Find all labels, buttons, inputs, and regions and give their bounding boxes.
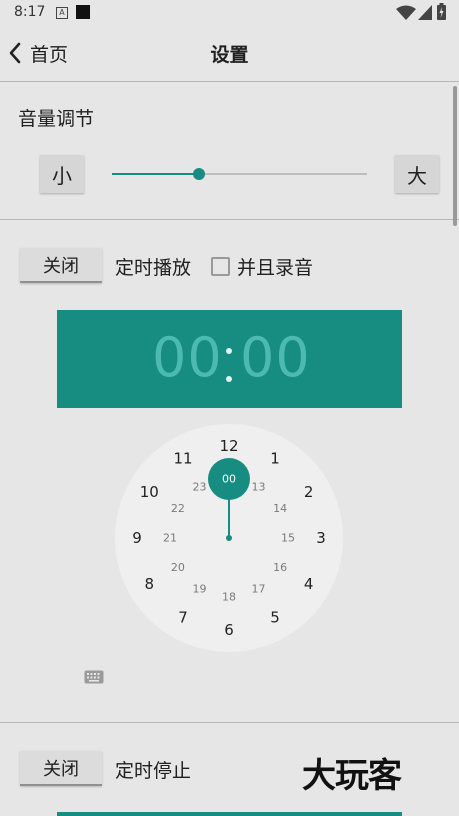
- clock-number-outer[interactable]: 9: [132, 529, 142, 547]
- volume-up-button[interactable]: 大: [395, 155, 439, 193]
- watermark-logo: 大玩客: [302, 756, 402, 796]
- clock-number-inner[interactable]: 13: [252, 480, 266, 493]
- clock-number-inner[interactable]: 18: [222, 591, 236, 604]
- toolbar: 设置 首页: [0, 26, 459, 82]
- section-divider: [0, 219, 459, 220]
- clock-number-inner[interactable]: 20: [171, 561, 185, 574]
- clock-number-outer[interactable]: 6: [224, 621, 234, 639]
- timer-stop-label: 定时停止: [115, 760, 192, 782]
- scrollbar[interactable]: [453, 86, 457, 226]
- clock-number-inner[interactable]: 22: [171, 502, 185, 515]
- battery-icon: [437, 3, 446, 20]
- back-label: 首页: [30, 43, 69, 66]
- clock-number-inner[interactable]: 21: [163, 532, 177, 545]
- clock-number-outer[interactable]: 12: [219, 437, 238, 455]
- chevron-left-icon: [9, 42, 21, 64]
- timer-play-label: 定时播放: [115, 257, 192, 279]
- timer-minutes[interactable]: 00: [152, 326, 223, 389]
- volume-section-title: 音量调节: [18, 108, 95, 130]
- clock-number-inner[interactable]: 16: [273, 561, 287, 574]
- volume-down-button[interactable]: 小: [40, 155, 84, 193]
- clock-center: [226, 535, 232, 541]
- keyboard-icon[interactable]: [84, 670, 104, 684]
- timer-stop-toggle-button[interactable]: 关闭: [20, 751, 102, 786]
- clock-number-outer[interactable]: 7: [178, 609, 188, 627]
- clock-number-outer[interactable]: 8: [145, 575, 155, 593]
- clock-number-outer[interactable]: 2: [304, 483, 314, 501]
- clock-number-outer[interactable]: 5: [270, 609, 280, 627]
- timer-time-display: [57, 310, 402, 408]
- clock-number-inner[interactable]: 19: [193, 583, 207, 596]
- clock-number-inner[interactable]: 23: [193, 480, 207, 493]
- volume-slider-thumb[interactable]: [192, 168, 205, 180]
- notification-square-icon: [76, 5, 90, 19]
- wifi-icon: [396, 5, 416, 20]
- timer-play-toggle-button[interactable]: 关闭: [20, 248, 102, 283]
- signal-icon: [418, 5, 432, 20]
- clock-number-outer[interactable]: 11: [173, 449, 192, 467]
- volume-slider-fill: [112, 173, 199, 175]
- clock-number-outer[interactable]: 1: [270, 449, 280, 467]
- clock-number-outer[interactable]: 3: [316, 529, 326, 547]
- back-button[interactable]: 首页: [8, 38, 68, 68]
- time-colon-dot-bottom: [226, 376, 232, 382]
- section-divider: [0, 722, 459, 723]
- also-record-checkbox[interactable]: [211, 257, 230, 276]
- clock-dial[interactable]: 121234567891011001314151617181920212223: [115, 424, 343, 652]
- page-title: 设置: [210, 44, 249, 66]
- also-record-label: 并且录音: [237, 257, 314, 279]
- clock-number-inner[interactable]: 15: [281, 532, 295, 545]
- timer-seconds[interactable]: 00: [240, 326, 311, 389]
- status-bar: 8:17 A: [0, 0, 459, 26]
- clock-number-inner[interactable]: 00: [222, 473, 236, 486]
- clock-number-outer[interactable]: 4: [304, 575, 314, 593]
- status-time: 8:17: [14, 4, 46, 20]
- clock-number-inner[interactable]: 17: [252, 583, 266, 596]
- notification-a-icon: A: [56, 7, 68, 19]
- timer-stop-time-display: [57, 812, 402, 816]
- clock-number-inner[interactable]: 14: [273, 502, 287, 515]
- time-colon-dot-top: [226, 348, 232, 354]
- clock-number-outer[interactable]: 10: [140, 483, 159, 501]
